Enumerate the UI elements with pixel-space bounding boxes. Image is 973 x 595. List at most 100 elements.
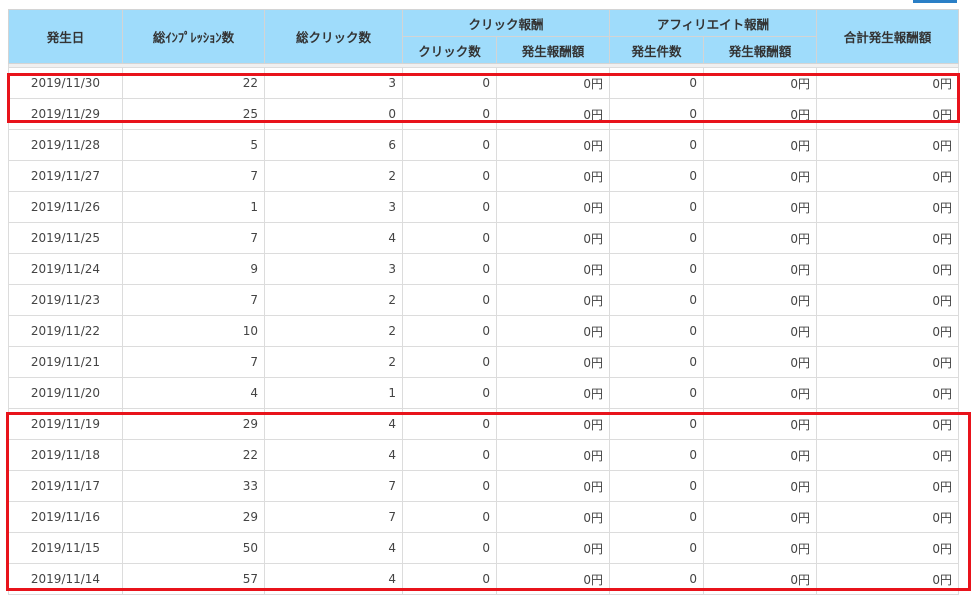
cell-clicks: 7 — [264, 501, 403, 533]
cell-click-count: 0 — [402, 439, 497, 471]
cell-impressions: 7 — [122, 284, 265, 316]
cell-affiliate-reward: 0円 — [703, 67, 818, 99]
cell-affiliate-reward: 0円 — [703, 377, 818, 409]
cell-total-reward: 0円 — [816, 98, 960, 130]
cell-total-reward: 0円 — [816, 439, 960, 471]
cell-clicks: 2 — [264, 160, 403, 192]
table-row: 2019/11/16 29 7 0 0円 0 0円 0円 — [8, 501, 960, 533]
table-row: 2019/11/26 1 3 0 0円 0 0円 0円 — [8, 191, 960, 223]
cell-impressions: 7 — [122, 346, 265, 378]
table-row: 2019/11/29 25 0 0 0円 0 0円 0円 — [8, 98, 960, 130]
cell-impressions: 7 — [122, 222, 265, 254]
cell-affiliate-reward: 0円 — [703, 532, 818, 564]
cell-impressions: 10 — [122, 315, 265, 347]
cell-click-count: 0 — [402, 532, 497, 564]
cell-date: 2019/11/17 — [8, 470, 123, 502]
cell-click-count: 0 — [402, 191, 497, 223]
cell-date: 2019/11/28 — [8, 129, 123, 161]
cell-click-reward: 0円 — [495, 470, 611, 502]
cell-date: 2019/11/14 — [8, 563, 123, 595]
cell-clicks: 3 — [264, 67, 403, 99]
table-row: 2019/11/30 22 3 0 0円 0 0円 0円 — [8, 67, 960, 99]
cell-click-count: 0 — [402, 346, 497, 378]
cell-affiliate-reward: 0円 — [703, 346, 818, 378]
cell-total-reward: 0円 — [816, 191, 960, 223]
header-date: 発生日 — [8, 9, 123, 64]
table-row: 2019/11/22 10 2 0 0円 0 0円 0円 — [8, 315, 960, 347]
cell-date: 2019/11/30 — [8, 67, 123, 99]
cell-date: 2019/11/18 — [8, 439, 123, 471]
cell-click-count: 0 — [402, 67, 497, 99]
cell-clicks: 1 — [264, 377, 403, 409]
cell-click-reward: 0円 — [495, 377, 611, 409]
header-click-count: クリック数 — [402, 36, 497, 64]
cell-clicks: 6 — [264, 129, 403, 161]
cell-click-reward: 0円 — [495, 284, 611, 316]
table-row: 2019/11/18 22 4 0 0円 0 0円 0円 — [8, 439, 960, 471]
cell-affiliate-reward: 0円 — [703, 501, 818, 533]
cell-click-count: 0 — [402, 563, 497, 595]
cell-affiliate-reward: 0円 — [703, 408, 818, 440]
cell-affiliate-count: 0 — [609, 501, 705, 533]
cell-click-reward: 0円 — [495, 191, 611, 223]
header-clicks: 総クリック数 — [264, 9, 403, 64]
table-row: 2019/11/14 57 4 0 0円 0 0円 0円 — [8, 563, 960, 595]
cell-clicks: 2 — [264, 284, 403, 316]
cell-click-reward: 0円 — [495, 439, 611, 471]
cell-total-reward: 0円 — [816, 129, 960, 161]
table-row: 2019/11/21 7 2 0 0円 0 0円 0円 — [8, 346, 960, 378]
table-body: 2019/11/30 22 3 0 0円 0 0円 0円 2019/11/29 25 0 0 0円 0 0円… — [7, 63, 960, 595]
cell-click-reward: 0円 — [495, 222, 611, 254]
cell-date: 2019/11/29 — [8, 98, 123, 130]
cell-affiliate-count: 0 — [609, 408, 705, 440]
cell-date: 2019/11/27 — [8, 160, 123, 192]
cell-clicks: 4 — [264, 439, 403, 471]
cell-affiliate-count: 0 — [609, 315, 705, 347]
cell-click-count: 0 — [402, 253, 497, 285]
cell-click-reward: 0円 — [495, 563, 611, 595]
cell-affiliate-reward: 0円 — [703, 470, 818, 502]
table-row: 2019/11/17 33 7 0 0円 0 0円 0円 — [8, 470, 960, 502]
cell-click-reward: 0円 — [495, 346, 611, 378]
header-affiliate-reward-amount: 発生報酬額 — [703, 36, 818, 64]
cell-impressions: 9 — [122, 253, 265, 285]
cell-click-count: 0 — [402, 408, 497, 440]
cell-total-reward: 0円 — [816, 67, 960, 99]
cell-clicks: 2 — [264, 346, 403, 378]
header-affiliate-group: アフィリエイト報酬 — [609, 9, 818, 37]
header-total-reward: 合計発生報酬額 — [816, 9, 960, 64]
cell-impressions: 25 — [122, 98, 265, 130]
cell-click-reward: 0円 — [495, 532, 611, 564]
cell-click-count: 0 — [402, 129, 497, 161]
table-row: 2019/11/23 7 2 0 0円 0 0円 0円 — [8, 284, 960, 316]
cell-total-reward: 0円 — [816, 284, 960, 316]
cell-total-reward: 0円 — [816, 346, 960, 378]
cell-impressions: 7 — [122, 160, 265, 192]
table-row: 2019/11/24 9 3 0 0円 0 0円 0円 — [8, 253, 960, 285]
cell-date: 2019/11/24 — [8, 253, 123, 285]
cell-affiliate-reward: 0円 — [703, 98, 818, 130]
cell-affiliate-reward: 0円 — [703, 222, 818, 254]
cell-total-reward: 0円 — [816, 563, 960, 595]
cell-date: 2019/11/25 — [8, 222, 123, 254]
table-header: 発生日 総ｲﾝﾌﾟﾚｯｼｮﾝ数 総クリック数 クリック報酬 アフィリエイト報酬 … — [8, 9, 960, 64]
table-row: 2019/11/15 50 4 0 0円 0 0円 0円 — [8, 532, 960, 564]
header-affiliate-count: 発生件数 — [609, 36, 705, 64]
table-row: 2019/11/20 4 1 0 0円 0 0円 0円 — [8, 377, 960, 409]
top-tab-edge[interactable] — [913, 0, 957, 3]
cell-affiliate-reward: 0円 — [703, 253, 818, 285]
cell-total-reward: 0円 — [816, 501, 960, 533]
cell-date: 2019/11/21 — [8, 346, 123, 378]
cell-date: 2019/11/22 — [8, 315, 123, 347]
cell-clicks: 0 — [264, 98, 403, 130]
cell-affiliate-reward: 0円 — [703, 563, 818, 595]
cell-affiliate-count: 0 — [609, 98, 705, 130]
cell-click-count: 0 — [402, 98, 497, 130]
cell-total-reward: 0円 — [816, 532, 960, 564]
cell-date: 2019/11/16 — [8, 501, 123, 533]
cell-clicks: 7 — [264, 470, 403, 502]
cell-clicks: 2 — [264, 315, 403, 347]
cell-affiliate-reward: 0円 — [703, 191, 818, 223]
cell-total-reward: 0円 — [816, 160, 960, 192]
cell-affiliate-count: 0 — [609, 222, 705, 254]
